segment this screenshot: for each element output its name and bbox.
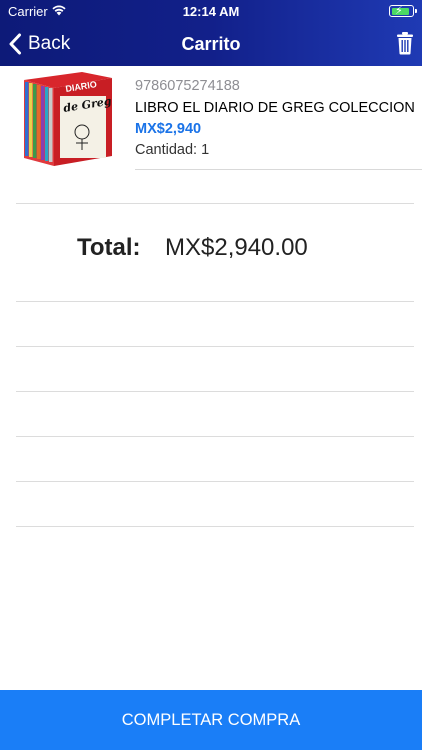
divider [16, 203, 414, 204]
clock: 12:14 AM [182, 4, 240, 19]
product-quantity: Cantidad: 1 [135, 142, 210, 158]
total-value: MX$2,940.00 [165, 234, 308, 261]
battery-icon: ⚡ [389, 5, 417, 17]
divider [16, 301, 414, 302]
divider [16, 526, 414, 527]
product-price: MX$2,940 [135, 121, 202, 137]
navigation-header: Carrier 12:14 AM ⚡ Back Carrito [0, 0, 422, 66]
item-divider [135, 169, 422, 170]
product-image: DIARIO de Greg [24, 72, 113, 166]
divider [16, 436, 414, 437]
order-total: Total: MX$2,940.00 [0, 234, 422, 266]
trash-icon[interactable] [396, 31, 414, 55]
page-title: Carrito [181, 34, 241, 54]
divider [16, 346, 414, 347]
total-label: Total: [77, 234, 141, 261]
divider [16, 481, 414, 482]
cart-item[interactable]: DIARIO de Greg 9786075274188 LIBRO EL DI… [0, 66, 422, 170]
product-sku: 9786075274188 [135, 78, 240, 94]
product-name: LIBRO EL DIARIO DE GREG COLECCION [135, 100, 415, 116]
complete-purchase-button[interactable]: COMPLETAR COMPRA [0, 690, 422, 750]
divider [16, 391, 414, 392]
status-bar: Carrier 12:14 AM ⚡ [0, 0, 422, 22]
